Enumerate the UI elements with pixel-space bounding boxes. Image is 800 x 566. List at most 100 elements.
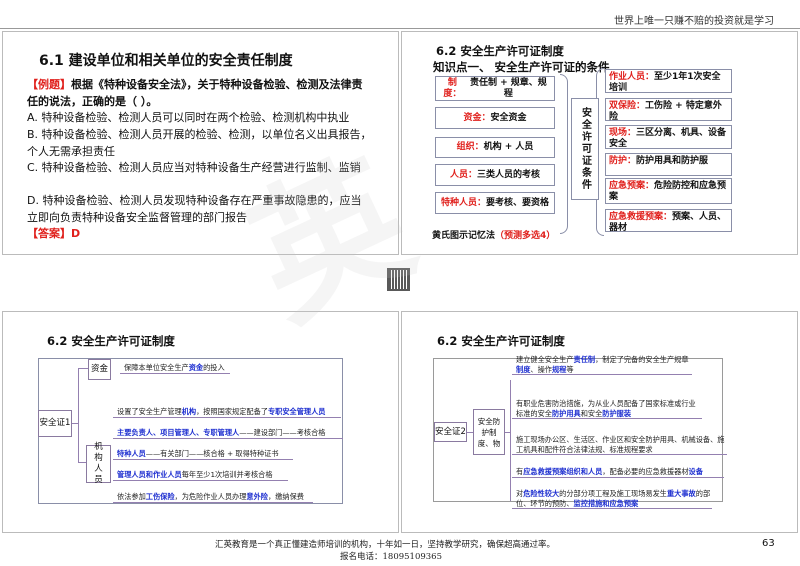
- answer-tag: 【答案】: [27, 227, 71, 240]
- question-text: 根据《特种设备安全法》，关于特种设备检验、检测及法律责任的说法，正确的是（ ）。: [27, 78, 363, 108]
- mindmap-row: 建立健全安全生产责任制，制定了完备的安全生产规章制度、操作规程等: [512, 355, 692, 375]
- highlight-text: 专职安全管理人员: [267, 407, 326, 416]
- footer-slogan: 汇英教育是一个真正懂建造师培训的机构，十年如一日，坚持教学研究，确保超高通过率。: [215, 540, 556, 550]
- slide-subtitle: 知识点一、 安全生产许可证的条件: [433, 60, 610, 74]
- condition-key: 组织：: [456, 142, 484, 152]
- left-brace: [560, 74, 568, 234]
- root-node: 安全证1: [38, 410, 72, 437]
- highlight-text: 规程: [551, 364, 567, 374]
- row-text: ，缴纳保费: [268, 492, 304, 501]
- mindmap-row: 有应急救援预案组织和人员，配备必要的应急救援器材设备: [512, 467, 724, 478]
- row-text: ，制定了完备的安全生产规章: [595, 355, 689, 364]
- slide-6-2-conditions: 6.2 安全生产许可证制度 知识点一、 安全生产许可证的条件 制度： 责任制 + …: [401, 31, 798, 255]
- condition-box: 人员： 三类人员的考核: [435, 164, 555, 186]
- memory-note: 黄氏图示记忆法（预测多选4）: [432, 228, 555, 241]
- highlight-text: 制度: [516, 364, 531, 374]
- row-text: 的分部分项工程及施工现场易发生: [559, 489, 667, 498]
- condition-value: 防护用具和防护服: [636, 156, 709, 166]
- condition-box: 现场：三区分离、机具、设备安全: [605, 125, 732, 149]
- condition-key: 特种人员：: [440, 197, 486, 208]
- highlight-text: 机构: [181, 407, 197, 416]
- condition-box: 作业人员：至少1年1次安全培训: [605, 69, 732, 93]
- node-fund: 资金: [88, 359, 111, 380]
- mindmap-row: 管理人员和作业人员每年至少1次培训并考核合格: [113, 470, 288, 481]
- highlight-text: 重大事故: [666, 489, 696, 498]
- question: 【例题】根据《特种设备安全法》，关于特种设备检验、检测及法律责任的说法，正确的是…: [27, 77, 372, 110]
- question-tag: 【例题】: [27, 78, 71, 91]
- mindmap-row: 保障本单位安全生产资金的投入: [120, 363, 230, 374]
- row-text: ，按照国家规定配备了: [196, 407, 268, 416]
- row-text: 施工现场办公区、生活区、作业区和安全防护用具、机械设备、施工机具和配件符合法律法…: [516, 435, 725, 454]
- mindmap-row: 主要负责人、项目管理人、专职管理人——建设部门——考核合格: [113, 428, 343, 439]
- condition-box: 特种人员： 要考核、要资格: [435, 192, 555, 214]
- highlight-text: 设备: [688, 467, 703, 476]
- row-text: 和安全: [580, 408, 603, 418]
- condition-box: 应急预案：危险防控和应急预案: [605, 178, 732, 204]
- connector: [78, 368, 88, 369]
- mindmap-row: 设置了安全生产管理机构，按照国家规定配备了专职安全管理人员: [113, 407, 341, 418]
- condition-value: 安全资金: [490, 112, 527, 123]
- root-node: 安全证2: [434, 422, 467, 442]
- condition-value: 责任制 + 规章、规程: [470, 77, 547, 99]
- row-text: ——建设部门——考核合格: [239, 428, 326, 437]
- node-safety: 安全防护制度、物: [473, 409, 505, 455]
- row-text: 依法参加: [117, 492, 146, 501]
- highlight-text: 资金: [188, 363, 204, 372]
- condition-key: 作业人员：: [609, 72, 655, 82]
- header-motto: 世界上唯一只赚不赔的投资就是学习: [614, 16, 774, 27]
- slide-title: 6.2 安全生产许可证制度: [437, 334, 565, 348]
- connector: [78, 368, 79, 462]
- highlight-text: 责任制: [573, 355, 596, 364]
- node-org-people: 机构人员: [86, 442, 111, 485]
- row-text: 设置了安全生产管理: [117, 407, 182, 416]
- condition-box: 防护：防护用具和防护服: [605, 153, 732, 176]
- condition-key: 资金：: [463, 112, 491, 123]
- highlight-text: 危险性较大: [523, 489, 560, 498]
- condition-key: 制度：: [443, 77, 462, 99]
- row-text: ，为危险作业人员办理: [174, 492, 247, 501]
- row-text: 的投入: [203, 363, 225, 372]
- center-box: 安全许可证条件: [571, 98, 599, 200]
- condition-key: 应急救援预案：: [609, 212, 673, 222]
- row-text: 等: [566, 364, 574, 374]
- highlight-text: 意外险: [246, 492, 268, 501]
- condition-key: 应急预案：: [609, 181, 655, 191]
- highlight-text: 防护用具: [551, 408, 581, 418]
- page-number: 63: [762, 538, 775, 549]
- condition-value: 机构 + 人员: [483, 142, 534, 152]
- highlight-text: 工伤保险: [145, 492, 175, 501]
- slide-title: 6.2 安全生产许可证制度: [47, 334, 175, 348]
- row-text: 每年至少1次培训并考核合格: [181, 470, 273, 479]
- highlight-text: 管理人员和作业人员: [117, 470, 182, 479]
- note-text: 黄氏图示记忆法: [432, 231, 496, 241]
- condition-box: 制度： 责任制 + 规章、规程: [435, 76, 555, 101]
- highlight-text: 应急救援预案组织和人员: [523, 467, 603, 476]
- mindmap-row: 依法参加工伤保险，为危险作业人员办理意外险，缴纳保费: [113, 492, 313, 503]
- condition-box: 组织： 机构 + 人员: [435, 137, 555, 158]
- condition-value: 三类人员的考核: [477, 169, 541, 180]
- answer-value: D: [71, 227, 81, 240]
- row-text: ，配备必要的应急救援器材: [602, 467, 689, 476]
- highlight-text: 主要负责人、项目管理人、专职管理人: [117, 428, 240, 437]
- highlight-text: 监控措施和应急预案: [573, 498, 639, 508]
- slide-title: 6.1 建设单位和相关单位的安全责任制度: [39, 53, 293, 69]
- condition-box: 双保险：工伤险 + 特定意外险: [605, 98, 732, 122]
- row-text: 建立健全安全生产: [516, 355, 574, 364]
- connector: [510, 380, 511, 501]
- condition-box: 资金： 安全资金: [435, 107, 555, 129]
- mindmap-row: 特种人员——有关部门——核合格 + 取得特种证书: [113, 449, 293, 460]
- mindmap-row: 对危险性较大的分部分项工程及施工现场易发生重大事故的部位、环节的预防、监控措施和…: [512, 489, 712, 509]
- slide-6-2-cert2: 6.2 安全生产许可证制度 安全证2 安全防护制度、物 建立健全安全生产责任制，…: [401, 311, 798, 533]
- condition-key: 防护：: [609, 156, 637, 166]
- row-text: 、操作: [530, 364, 552, 374]
- highlight-text: 防护服装: [602, 408, 632, 418]
- row-text: ——有关部门——核合格 + 取得特种证书: [145, 449, 279, 458]
- row-text: 保障本单位安全生产: [124, 363, 189, 372]
- note-prediction: （预测多选4）: [495, 231, 556, 241]
- highlight-text: 特种人员: [117, 449, 146, 458]
- slide-title: 6.2 安全生产许可证制度: [436, 44, 564, 58]
- header-divider: [0, 28, 800, 29]
- mindmap-row: 施工现场办公区、生活区、作业区和安全防护用具、机械设备、施工机具和配件符合法律法…: [512, 435, 727, 455]
- mindmap-row: 有职业危害防治措施，为从业人员配备了国家标准或行业标准的安全防护用具和安全防护服…: [512, 399, 702, 419]
- condition-box: 应急救援预案：预案、人员、器材: [605, 209, 732, 233]
